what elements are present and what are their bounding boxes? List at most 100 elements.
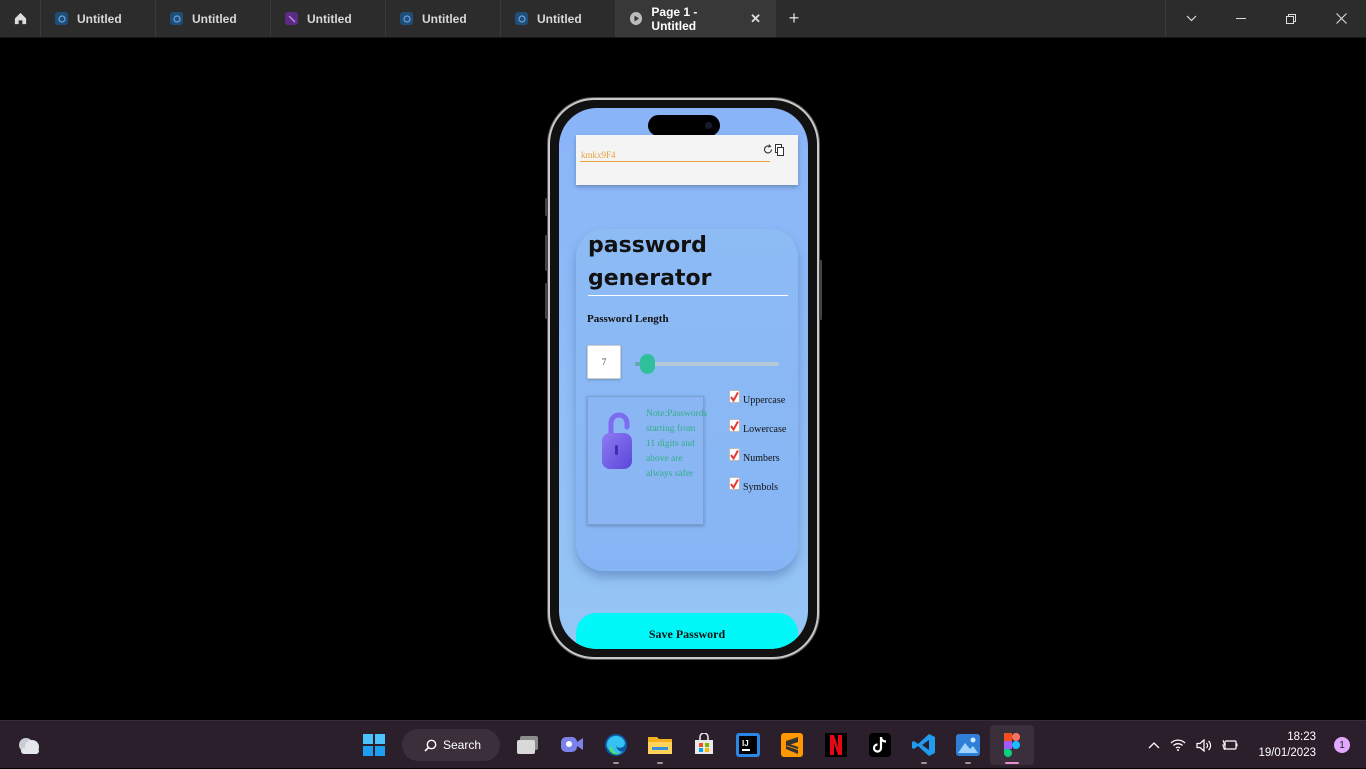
photos-button[interactable] bbox=[946, 725, 990, 765]
password-actions bbox=[763, 144, 784, 156]
slider-thumb[interactable] bbox=[640, 354, 655, 374]
svg-text:IJ: IJ bbox=[742, 739, 749, 748]
file-explorer-button[interactable] bbox=[638, 725, 682, 765]
volume-icon[interactable] bbox=[1196, 738, 1212, 752]
option-label: Symbols bbox=[743, 482, 779, 493]
options-list: Uppercase Lowercase Numbers Symbols bbox=[729, 390, 786, 506]
start-button[interactable] bbox=[352, 725, 396, 765]
tiktok-button[interactable] bbox=[858, 725, 902, 765]
tiktok-icon bbox=[869, 733, 891, 757]
power-button bbox=[819, 260, 822, 320]
home-button[interactable] bbox=[0, 0, 41, 37]
weather-widget[interactable] bbox=[17, 734, 41, 761]
clock-date: 19/01/2023 bbox=[1258, 747, 1316, 759]
checkmark-icon bbox=[730, 420, 739, 431]
microsoft-store-button[interactable] bbox=[682, 725, 726, 765]
checkmark-icon bbox=[730, 449, 739, 460]
password-value[interactable]: kmkx9F4 bbox=[581, 150, 616, 160]
tab-untitled-4[interactable]: Untitled bbox=[386, 0, 501, 37]
tab-untitled-2[interactable]: Untitled bbox=[156, 0, 271, 37]
figma-button[interactable] bbox=[990, 725, 1034, 765]
password-output: kmkx9F4 bbox=[576, 135, 798, 185]
refresh-icon[interactable] bbox=[763, 144, 773, 155]
photos-icon bbox=[956, 734, 980, 756]
checkmark-icon bbox=[730, 391, 739, 402]
folder-icon bbox=[648, 737, 672, 754]
wifi-icon[interactable] bbox=[1170, 739, 1186, 751]
tab-page-1[interactable]: Page 1 - Untitled ✕ bbox=[616, 0, 776, 37]
minimize-button[interactable] bbox=[1216, 0, 1266, 37]
figjam-purple-icon bbox=[285, 12, 298, 25]
edge-icon bbox=[605, 734, 627, 756]
sublime-icon bbox=[781, 733, 803, 757]
checkbox-symbols[interactable] bbox=[729, 477, 740, 490]
jetbrains-icon: IJ bbox=[736, 733, 760, 757]
chevron-down-icon bbox=[1186, 15, 1196, 22]
restore-icon bbox=[1286, 13, 1296, 24]
tab-untitled-3[interactable]: Untitled bbox=[271, 0, 386, 37]
active-indicator bbox=[1005, 762, 1019, 764]
task-view-button[interactable] bbox=[506, 725, 550, 765]
plus-icon: + bbox=[788, 8, 800, 28]
teams-chat-button[interactable] bbox=[550, 725, 594, 765]
notification-badge[interactable]: 1 bbox=[1334, 737, 1350, 753]
title-divider bbox=[588, 295, 788, 296]
netflix-icon bbox=[825, 733, 847, 757]
checkbox-numbers[interactable] bbox=[729, 448, 740, 461]
taskbar-search[interactable]: Search bbox=[402, 729, 500, 761]
new-tab-button[interactable]: + bbox=[776, 0, 812, 37]
phone-frame: kmkx9F4 password generator Password Leng… bbox=[545, 98, 822, 659]
jetbrains-button[interactable]: IJ bbox=[726, 725, 770, 765]
save-password-button[interactable]: Save Password bbox=[576, 613, 798, 649]
tab-bar: Untitled Untitled Untitled Untitled Unti… bbox=[0, 0, 1366, 38]
chevron-up-icon[interactable] bbox=[1148, 741, 1160, 749]
close-tab-icon[interactable]: ✕ bbox=[750, 11, 761, 27]
dynamic-island bbox=[648, 115, 720, 136]
option-lowercase[interactable]: Lowercase bbox=[729, 419, 786, 448]
checkmark-icon bbox=[730, 478, 739, 489]
edge-button[interactable] bbox=[594, 725, 638, 765]
copy-icon[interactable] bbox=[775, 144, 784, 156]
tab-untitled-5[interactable]: Untitled bbox=[501, 0, 616, 37]
checkbox-uppercase[interactable] bbox=[729, 390, 740, 403]
windows-icon bbox=[363, 734, 385, 756]
clock[interactable]: 18:23 19/01/2023 bbox=[1258, 729, 1316, 761]
length-slider[interactable] bbox=[635, 362, 779, 366]
option-label: Lowercase bbox=[743, 424, 787, 435]
silent-switch bbox=[545, 198, 548, 216]
option-numbers[interactable]: Numbers bbox=[729, 448, 786, 477]
vscode-button[interactable] bbox=[902, 725, 946, 765]
clock-time: 18:23 bbox=[1287, 731, 1316, 743]
netflix-button[interactable] bbox=[814, 725, 858, 765]
tab-label: Untitled bbox=[192, 11, 237, 26]
minimize-icon bbox=[1236, 17, 1246, 19]
tab-untitled-1[interactable]: Untitled bbox=[41, 0, 156, 37]
generator-card: password generator Password Length 7 Not… bbox=[576, 229, 798, 571]
battery-charging-icon[interactable] bbox=[1222, 739, 1238, 751]
close-window-button[interactable] bbox=[1316, 0, 1366, 37]
task-view-icon bbox=[517, 736, 538, 754]
restore-button[interactable] bbox=[1266, 0, 1316, 37]
checkbox-lowercase[interactable] bbox=[729, 419, 740, 432]
cloud-icon bbox=[19, 738, 39, 754]
title-line-2: generator bbox=[588, 266, 712, 291]
search-icon bbox=[424, 739, 437, 752]
page-title: password generator bbox=[588, 229, 778, 295]
vscode-icon bbox=[912, 734, 935, 756]
volume-down-button bbox=[545, 283, 548, 319]
option-label: Numbers bbox=[743, 453, 780, 464]
sublime-button[interactable] bbox=[770, 725, 814, 765]
note-box: Note:Passwords starting from 11 digits a… bbox=[587, 396, 707, 525]
figjam-icon bbox=[515, 12, 528, 25]
option-symbols[interactable]: Symbols bbox=[729, 477, 786, 506]
figjam-icon bbox=[170, 12, 183, 25]
option-uppercase[interactable]: Uppercase bbox=[729, 390, 786, 419]
volume-up-button bbox=[545, 235, 548, 271]
taskbar-apps: Search IJ bbox=[352, 721, 1034, 769]
tabs-dropdown-button[interactable] bbox=[1166, 0, 1216, 37]
tab-label: Untitled bbox=[307, 11, 352, 26]
tab-label: Untitled bbox=[422, 11, 467, 26]
play-icon bbox=[630, 12, 643, 25]
password-length-input[interactable]: 7 bbox=[587, 345, 621, 379]
running-indicator bbox=[921, 762, 927, 764]
